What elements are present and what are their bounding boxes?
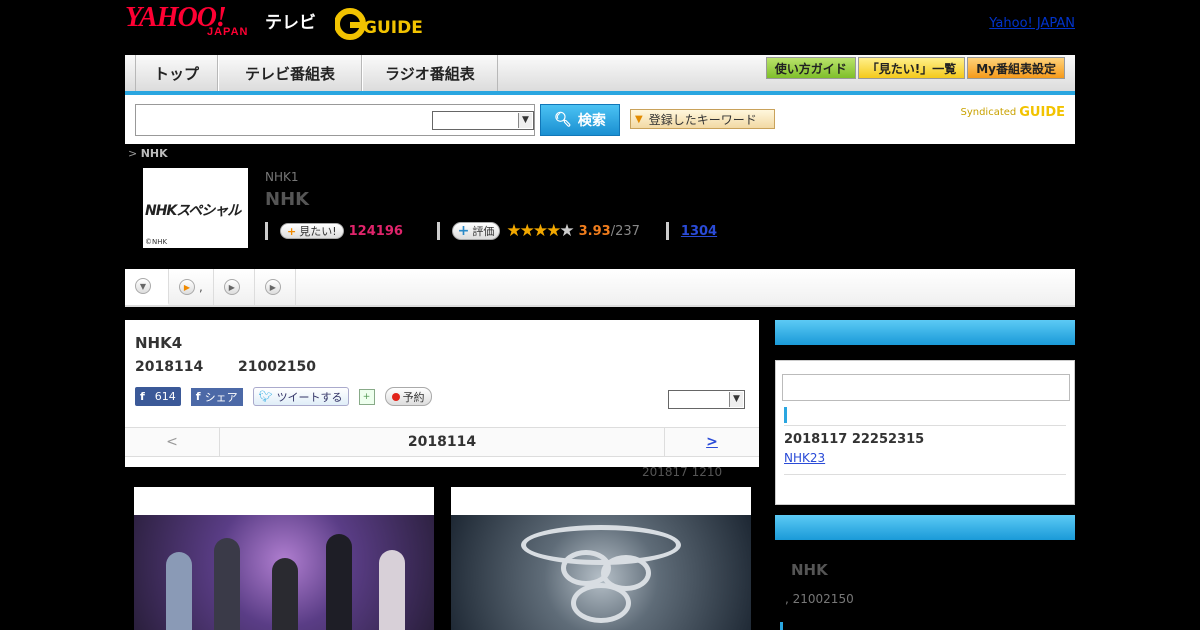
search-category-select[interactable]: ▼ [432, 111, 534, 130]
star-icon: ★ [546, 221, 561, 241]
broadcast-info-card: NHK4 2018114 21002150 f 614 f シェア 🐦︎ ツイー… [125, 320, 759, 467]
date-pager: < 2018114 > [125, 427, 759, 457]
yahoo-japan-link[interactable]: Yahoo! JAPAN [989, 16, 1075, 31]
play-icon: ▶ [223, 279, 240, 295]
program-subtabs: ▼ ▶ , ▶ ▶ [125, 269, 1075, 307]
program-thumbnail: NHKスペシャル ©NHK [143, 168, 248, 248]
rebroadcast-channel-link[interactable]: NHK23 [784, 451, 825, 465]
program-channel: NHK1 [265, 170, 299, 184]
sidebar-header-1 [775, 320, 1075, 345]
program-image-card-studio[interactable] [134, 487, 434, 630]
subtab-4[interactable]: ▶ [255, 269, 296, 305]
rate-button[interactable]: + 評価 [451, 222, 501, 240]
syndicated-gguide-badge: Syndicated GUIDE [960, 105, 1065, 120]
broadcast-title: NHK4 [135, 334, 183, 352]
facebook-share-button[interactable]: f シェア [190, 387, 243, 406]
star-icon: ★ [532, 221, 548, 241]
nav-tab-radio-schedule[interactable]: ラジオ番組表 [362, 55, 498, 91]
registered-keywords-label: 登録したキーワード [648, 112, 757, 127]
broadcast-time: 21002150 [238, 359, 316, 375]
subtab-overview[interactable]: ▼ [125, 269, 169, 305]
search-icon: 🔍︎ [554, 112, 572, 128]
search-bar: ▼ 🔍︎ 検索 ▼ 登録したキーワード Syndicated GUIDE [125, 95, 1075, 144]
broadcast-select[interactable]: ▼ [668, 390, 745, 409]
twitter-bird-icon: 🐦︎ [258, 390, 273, 403]
related-link-count[interactable]: 1304 [681, 224, 717, 239]
yahoo-japan-logo-text: JAPAN [207, 26, 249, 38]
mitai-count: 124196 [348, 223, 403, 239]
mitai-list-button[interactable]: 「見たい!」一覧 [857, 57, 966, 79]
plus-icon: + [287, 224, 297, 238]
main-nav: トップ テレビ番組表 ラジオ番組表 使い方ガイド 「見たい!」一覧 My番組表設… [125, 55, 1075, 95]
plus-icon: + [457, 223, 470, 239]
sidebar-box2-sub: , 21002150 [785, 592, 854, 606]
tv-logo-text[interactable]: テレビ [265, 8, 316, 33]
subtab-3[interactable]: ▶ [214, 269, 255, 305]
rating-votes: /237 [610, 223, 640, 239]
star-icon: ★ [506, 221, 521, 241]
rebroadcast-datetime: 2018117 22252315 [784, 432, 925, 447]
gguide-logo[interactable]: GUIDE [335, 8, 431, 40]
sidebar-search-input[interactable] [782, 374, 1070, 401]
program-title: NHK [265, 189, 310, 210]
facebook-icon: f [195, 390, 201, 403]
program-thumbnail-copyright: ©NHK [145, 238, 168, 246]
nav-tab-tv-schedule[interactable]: テレビ番組表 [218, 55, 363, 91]
registered-keywords-button[interactable]: ▼ 登録したキーワード [630, 109, 775, 129]
reserve-button[interactable]: 予約 [384, 387, 432, 406]
chevron-down-icon: ▼ [135, 278, 151, 294]
chevron-down-icon: ▼ [729, 392, 743, 407]
chevron-down-icon: ▼ [518, 113, 532, 128]
my-schedule-settings-button[interactable]: My番組表設定 [967, 57, 1065, 79]
program-image-card-intestine[interactable] [451, 487, 751, 630]
play-icon: ▶ [179, 279, 195, 295]
sidebar-header-2 [775, 515, 1075, 540]
updated-timestamp: 201817 1210 [642, 465, 723, 479]
nav-tab-top[interactable]: トップ [135, 55, 219, 91]
mitai-button[interactable]: + 見たい! [280, 223, 344, 239]
star-icon: ★ [519, 221, 535, 241]
usage-guide-button[interactable]: 使い方ガイド [765, 57, 856, 79]
facebook-like-button[interactable]: f 614 [135, 387, 181, 406]
breadcrumb: > NHK [128, 147, 168, 160]
pager-current-date: 2018114 [407, 434, 477, 450]
sidebar-rebroadcast-box: 2018117 22252315 NHK23 [775, 360, 1075, 505]
play-icon: ▶ [264, 279, 281, 295]
pager-next-button[interactable]: > [664, 428, 759, 456]
sidebar-box2-title: NHK [791, 561, 828, 579]
triangle-down-icon: ▼ [635, 113, 643, 125]
pager-prev-button[interactable]: < [125, 428, 220, 456]
tweet-button[interactable]: 🐦︎ ツイートする [252, 387, 349, 406]
subtab-2[interactable]: ▶ , [169, 269, 214, 305]
record-dot-icon [391, 392, 400, 401]
broadcast-date: 2018114 [135, 359, 204, 375]
search-button-label: 検索 [577, 113, 606, 129]
search-button[interactable]: 🔍︎ 検索 [540, 104, 620, 136]
star-icon: ★ [559, 221, 574, 241]
studio-photo [134, 515, 434, 630]
syndicated-brand: GUIDE [1019, 105, 1065, 120]
program-stats: + 見たい! 124196 + 評価 ★★★★★ 3.93 /237 1304 [265, 220, 717, 242]
facebook-icon: f [140, 390, 145, 403]
breadcrumb-current: NHK [140, 147, 168, 160]
site-header: YAHOO! JAPAN テレビ GUIDE Yahoo! JAPAN [125, 0, 1075, 52]
program-thumbnail-title: NHKスペシャル [145, 203, 241, 219]
calendar-add-icon[interactable]: + [358, 388, 375, 405]
rating-stars: ★★★★★ [506, 221, 574, 241]
share-row: f 614 f シェア 🐦︎ ツイートする + 予約 [135, 387, 432, 406]
intestine-illustration [451, 515, 751, 630]
gguide-logo-text: GUIDE [363, 18, 423, 38]
rating-score: 3.93 [578, 223, 611, 239]
